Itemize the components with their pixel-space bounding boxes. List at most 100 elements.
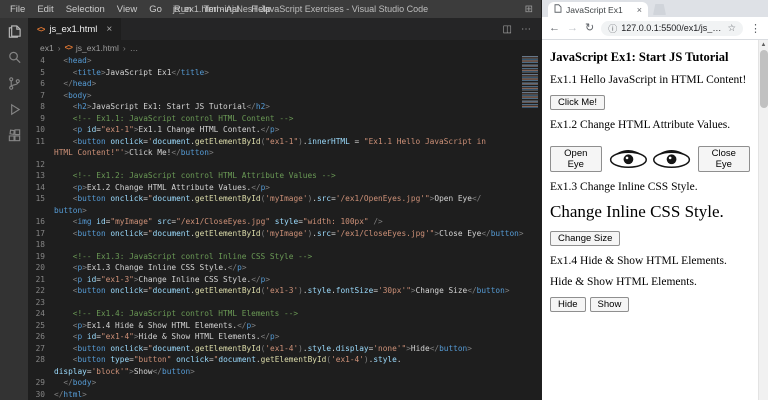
code-line: 5 <title>JavaScript Ex1</title> (28, 67, 541, 79)
eyes-image (605, 140, 695, 172)
menu-edit[interactable]: Edit (31, 4, 59, 15)
breadcrumb-more[interactable]: … (130, 43, 139, 53)
code-editor-area: 4 <head>5 <title>JavaScript Ex1</title>6… (28, 55, 541, 400)
ex1-3-text: Ex1.3 Change Inline CSS Style. (550, 181, 750, 193)
code-line: 11 <button onclick='document.getElementB… (28, 136, 541, 148)
html-file-icon: <> (37, 25, 44, 34)
ex1-4-text: Ex1.4 Hide & Show HTML Elements. (550, 255, 750, 267)
page-heading: JavaScript Ex1: Start JS Tutorial (550, 50, 750, 65)
forward-icon[interactable]: → (567, 23, 578, 34)
browser-window: JavaScript Ex1 × ← → ↻ ⓘ 127.0.0.1:5500/… (541, 0, 768, 400)
menu-go[interactable]: Go (143, 4, 168, 15)
code-line: HTML Content!"'>Click Me!</button> (28, 147, 541, 159)
code-line: display='block'">Show</button> (28, 366, 541, 378)
browser-tab[interactable]: JavaScript Ex1 × (548, 2, 648, 17)
code-line: 28 <button type="button" onclick="docume… (28, 354, 541, 366)
minimap[interactable] (522, 56, 538, 108)
split-editor-icon[interactable]: ◫ (503, 24, 512, 35)
code-line: 10 <p id="ex1-1">Ex1.1 Change HTML Conte… (28, 124, 541, 136)
tab-close-icon[interactable]: × (106, 24, 112, 35)
code-line: 22 <button onclick="document.getElementB… (28, 285, 541, 297)
url-text[interactable]: 127.0.0.1:5500/ex1/js_ex1.html (621, 23, 723, 33)
code-line: 15 <button onclick="document.getElementB… (28, 193, 541, 205)
extensions-icon[interactable] (7, 128, 22, 143)
breadcrumb[interactable]: ex1 › <> js_ex1.html › … (28, 40, 541, 55)
code-line: 4 <head> (28, 55, 541, 67)
editor-actions: ◫ ⋯ (503, 18, 541, 40)
click-me-button[interactable]: Click Me! (550, 95, 605, 110)
site-info-icon[interactable]: ⓘ (608, 22, 617, 35)
code-line: 26 <p id="ex1-4">Hide & Show HTML Elemen… (28, 331, 541, 343)
explorer-icon[interactable] (7, 24, 22, 39)
code-line: 21 <p id="ex1-3">Change Inline CSS Style… (28, 274, 541, 286)
code-line: 27 <button onclick="document.getElementB… (28, 343, 541, 355)
browser-menu-icon[interactable]: ⋮ (750, 22, 761, 35)
html-file-icon: <> (65, 43, 72, 52)
search-icon[interactable] (7, 50, 22, 65)
code-line: 8 <h2>JavaScript Ex1: Start JS Tutorial<… (28, 101, 541, 113)
editor-tab-js-ex1[interactable]: <> js_ex1.html × (28, 18, 121, 40)
code-line: 19 <!-- Ex1.3: JavaScript control Inline… (28, 251, 541, 263)
code-editor[interactable]: 4 <head>5 <title>JavaScript Ex1</title>6… (28, 55, 541, 400)
code-line: 24 <!-- Ex1.4: JavaScript control HTML E… (28, 308, 541, 320)
code-line: 17 <button onclick="document.getElementB… (28, 228, 541, 240)
favicon (554, 4, 562, 15)
menu-file[interactable]: File (4, 4, 31, 15)
editor-tab-bar: <> js_ex1.html × ◫ ⋯ (28, 18, 541, 40)
code-line: 13 <!-- Ex1.2: JavaScript control HTML A… (28, 170, 541, 182)
scroll-up-icon[interactable]: ▲ (759, 40, 768, 50)
titlebar-actions: ⊞ (525, 4, 541, 15)
hide-button[interactable]: Hide (550, 297, 586, 312)
tab-close-icon[interactable]: × (637, 5, 642, 15)
source-control-icon[interactable] (7, 76, 22, 91)
code-line: 16 <img id="myImage" src="/ex1/CloseEyes… (28, 216, 541, 228)
address-bar[interactable]: ⓘ 127.0.0.1:5500/ex1/js_ex1.html ☆ (601, 21, 743, 36)
chevron-right-icon: › (123, 43, 126, 53)
activity-bar (0, 18, 28, 400)
browser-toolbar: ← → ↻ ⓘ 127.0.0.1:5500/ex1/js_ex1.html ☆… (542, 17, 768, 40)
browser-tab-strip: JavaScript Ex1 × (542, 0, 768, 17)
bookmark-star-icon[interactable]: ☆ (727, 23, 736, 34)
breadcrumb-folder[interactable]: ex1 (40, 43, 54, 53)
code-line: button> (28, 205, 541, 217)
run-debug-icon[interactable] (7, 102, 22, 117)
vscode-titlebar: FileEditSelectionViewGoRunTerminalHelp j… (0, 0, 541, 18)
menu-terminal[interactable]: Terminal (197, 4, 245, 15)
code-line: 18 (28, 239, 541, 251)
code-line: 12 (28, 159, 541, 171)
more-actions-icon[interactable]: ⋯ (521, 24, 531, 35)
ex1-1-text: Ex1.1 Hello JavaScript in HTML Content! (550, 74, 750, 86)
layout-icon[interactable]: ⊞ (525, 4, 533, 15)
code-line: 30</html> (28, 389, 541, 400)
screenshot-root: FileEditSelectionViewGoRunTerminalHelp j… (0, 0, 768, 400)
code-line: 25 <p>Ex1.4 Hide & Show HTML Elements.</… (28, 320, 541, 332)
scrollbar-thumb[interactable] (760, 50, 768, 108)
menu-selection[interactable]: Selection (60, 4, 111, 15)
web-page: JavaScript Ex1: Start JS Tutorial Ex1.1 … (542, 40, 758, 400)
menu-run[interactable]: Run (168, 4, 197, 15)
reload-icon[interactable]: ↻ (585, 23, 594, 34)
ex1-3-styled-text: Change Inline CSS Style. (550, 202, 750, 222)
code-line: 29 </body> (28, 377, 541, 389)
back-icon[interactable]: ← (549, 23, 560, 34)
ex1-4-target-text: Hide & Show HTML Elements. (550, 276, 750, 288)
breadcrumb-file[interactable]: js_ex1.html (76, 43, 119, 53)
menu-view[interactable]: View (111, 4, 143, 15)
change-size-button[interactable]: Change Size (550, 231, 620, 246)
code-line: 14 <p>Ex1.2 Change HTML Attribute Values… (28, 182, 541, 194)
hide-show-row: Hide Show (550, 297, 750, 312)
close-eye-button[interactable]: Close Eye (698, 146, 750, 172)
code-line: 20 <p>Ex1.3 Change Inline CSS Style.</p> (28, 262, 541, 274)
open-eye-button[interactable]: Open Eye (550, 146, 602, 172)
editor-group: <> js_ex1.html × ◫ ⋯ ex1 › <> js_ex1.htm… (28, 18, 541, 400)
page-scrollbar[interactable]: ▲ (758, 40, 768, 400)
new-tab-button[interactable] (653, 4, 666, 15)
editor-tab-label: js_ex1.html (49, 24, 97, 35)
code-line: 7 <body> (28, 90, 541, 102)
code-line: 23 (28, 297, 541, 309)
code-line: 9 <!-- Ex1.1: JavaScript control HTML Co… (28, 113, 541, 125)
show-button[interactable]: Show (590, 297, 630, 312)
ex1-2-text: Ex1.2 Change HTML Attribute Values. (550, 119, 750, 131)
browser-tab-title: JavaScript Ex1 (566, 5, 633, 15)
menu-help[interactable]: Help (245, 4, 277, 15)
